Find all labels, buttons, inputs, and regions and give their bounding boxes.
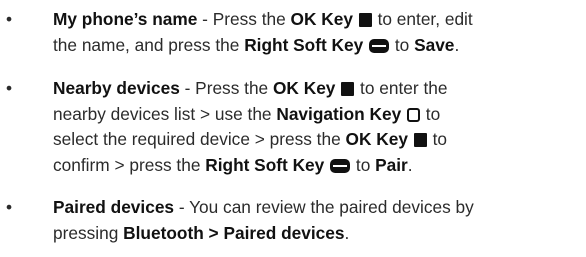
- text: to enter the: [355, 78, 448, 98]
- line: nearby devices list > use the Navigation…: [53, 102, 586, 128]
- text: - You can review the paired devices by: [174, 197, 474, 217]
- navigation-key-label: Navigation Key: [276, 103, 402, 124]
- text: to: [421, 103, 441, 124]
- text: nearby devices list > use the: [53, 103, 277, 124]
- ok-key-icon: [413, 133, 427, 147]
- text: .: [454, 34, 460, 55]
- bullet: •: [6, 9, 13, 29]
- text: to enter, edit: [372, 9, 473, 29]
- bullet: •: [6, 197, 13, 217]
- ok-key-label: OK Key: [345, 129, 408, 149]
- line: Paired devices - You can review the pair…: [53, 195, 586, 221]
- ok-key-icon: [341, 82, 355, 96]
- line: confirm > press the Right Soft Key to Pa…: [53, 153, 586, 179]
- navigation-key-icon: [407, 107, 420, 122]
- text: - Press the: [179, 78, 273, 98]
- bullet: •: [6, 78, 13, 98]
- line: My phone’s name - Press the OK Key to en…: [53, 7, 586, 33]
- text: select the required device > press the: [53, 129, 346, 149]
- text: pressing: [53, 222, 124, 243]
- ok-key-label: OK Key: [272, 78, 336, 98]
- text: to: [427, 129, 447, 149]
- line: select the required device > press the O…: [53, 127, 586, 153]
- ok-key-label: OK Key: [290, 9, 353, 29]
- right-soft-key-icon: [369, 38, 390, 53]
- right-soft-key-label: Right Soft Key: [244, 34, 364, 55]
- item-title: My phone’s name: [53, 9, 198, 29]
- text: - Press the: [197, 9, 291, 29]
- line: pressing Bluetooth > Paired devices.: [53, 221, 586, 247]
- item-content: Paired devices - You can review the pair…: [53, 195, 586, 246]
- item-content: Nearby devices - Press the OK Key to ent…: [53, 76, 586, 178]
- text: .: [344, 222, 350, 243]
- action-label: Save: [414, 34, 455, 55]
- text: to: [390, 34, 415, 55]
- item-content: My phone’s name - Press the OK Key to en…: [53, 7, 586, 58]
- line: the name, and press the Right Soft Key t…: [53, 33, 586, 59]
- text: to: [351, 154, 376, 175]
- right-soft-key-label: Right Soft Key: [205, 154, 325, 175]
- text: the name, and press the: [53, 34, 245, 55]
- text: .: [407, 154, 413, 175]
- item-title: Paired devices: [53, 197, 175, 217]
- action-label: Pair: [375, 154, 408, 175]
- line: Nearby devices - Press the OK Key to ent…: [53, 76, 586, 102]
- text: confirm > press the: [53, 154, 206, 175]
- ok-key-icon: [358, 13, 372, 27]
- menu-path: Bluetooth > Paired devices: [123, 222, 345, 243]
- item-title: Nearby devices: [53, 78, 180, 98]
- right-soft-key-icon: [330, 158, 351, 173]
